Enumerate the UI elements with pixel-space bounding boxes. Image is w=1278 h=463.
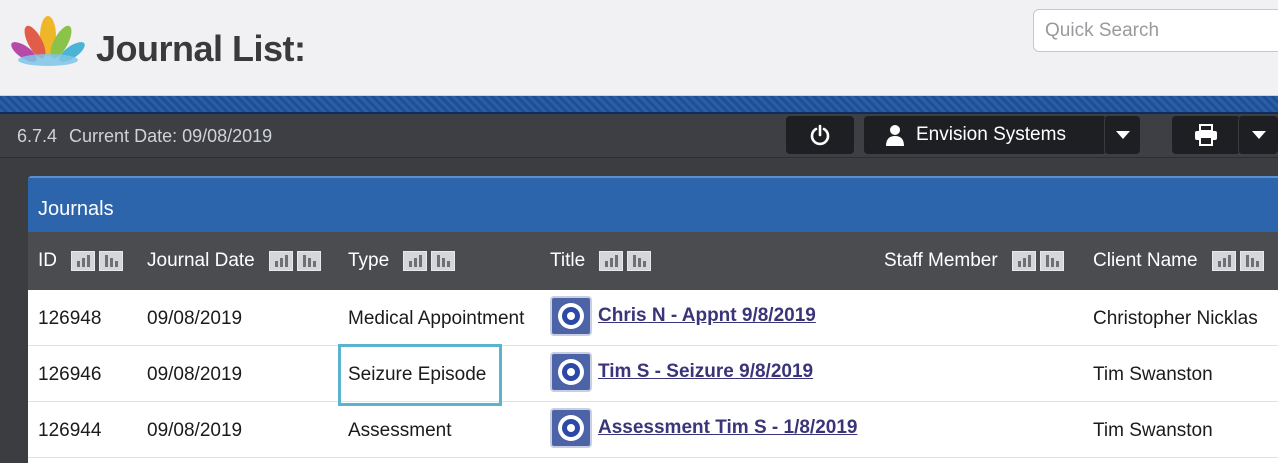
cell-client-name: Tim Swanston xyxy=(1093,364,1213,385)
quick-search-input[interactable] xyxy=(1033,9,1278,52)
column-header-title[interactable]: Title xyxy=(550,250,652,272)
panel-title: Journals xyxy=(28,176,1278,232)
sort-ascending-icon[interactable] xyxy=(71,251,95,271)
user-menu-dropdown-button[interactable] xyxy=(1104,116,1140,154)
user-icon xyxy=(886,124,904,146)
print-dropdown-button[interactable] xyxy=(1238,116,1278,154)
column-header-id[interactable]: ID xyxy=(38,250,123,272)
column-header-type[interactable]: Type xyxy=(348,250,456,272)
user-menu-button[interactable]: Envision Systems xyxy=(864,116,1106,154)
journal-title-link[interactable]: Chris N - Appnt 9/8/2019 xyxy=(598,305,816,327)
table-row[interactable]: 126948 09/08/2019 Medical Appointment Ch… xyxy=(28,290,1278,346)
sort-ascending-icon[interactable] xyxy=(599,251,624,271)
sort-ascending-icon[interactable] xyxy=(1011,251,1036,271)
cell-client-name: Tim Swanston xyxy=(1093,420,1213,441)
caret-down-icon xyxy=(1115,131,1130,139)
cell-type: Assessment xyxy=(348,420,452,441)
journals-panel: Journals ID Journal Date Type Title Staf… xyxy=(28,176,1278,463)
journal-title-link[interactable]: Assessment Tim S - 1/8/2019 xyxy=(598,417,857,439)
page-title: Journal List: xyxy=(96,28,306,69)
toolbar: 6.7.4 Current Date: 09/08/2019 Envision S… xyxy=(0,114,1278,158)
journal-title-link[interactable]: Tim S - Seizure 9/8/2019 xyxy=(598,361,813,383)
table-row[interactable]: 126944 09/08/2019 Assessment Assessment … xyxy=(28,402,1278,458)
column-header-client-name[interactable]: Client Name xyxy=(1093,250,1264,272)
lotus-logo-icon xyxy=(11,16,85,66)
sort-descending-icon[interactable] xyxy=(1239,251,1264,271)
header-divider xyxy=(0,96,1278,114)
print-button[interactable] xyxy=(1172,116,1240,154)
logout-button[interactable] xyxy=(786,116,854,154)
cell-client-name: Christopher Nicklas xyxy=(1093,308,1258,329)
journal-entry-icon[interactable] xyxy=(550,296,592,336)
user-name-label: Envision Systems xyxy=(916,124,1066,145)
sort-descending-icon[interactable] xyxy=(296,251,321,271)
power-icon xyxy=(810,124,830,146)
table-row[interactable]: 126946 09/08/2019 Seizure Episode Tim S … xyxy=(28,344,1278,406)
version-label: 6.7.4 xyxy=(17,126,58,146)
app-header: Journal List: xyxy=(0,0,1278,96)
journal-entry-icon[interactable] xyxy=(550,408,592,448)
sort-ascending-icon[interactable] xyxy=(403,251,428,271)
sort-descending-icon[interactable] xyxy=(431,251,456,271)
cell-journal-date: 09/08/2019 xyxy=(147,308,243,329)
cell-id: 126946 xyxy=(38,364,102,385)
table-header: ID Journal Date Type Title Staff Member … xyxy=(28,232,1278,290)
cell-type: Seizure Episode xyxy=(348,364,487,385)
caret-down-icon xyxy=(1251,131,1266,139)
sort-ascending-icon[interactable] xyxy=(1211,251,1236,271)
cell-id: 126948 xyxy=(38,308,102,329)
cell-journal-date: 09/08/2019 xyxy=(147,420,243,441)
sort-descending-icon[interactable] xyxy=(627,251,652,271)
cell-journal-date: 09/08/2019 xyxy=(147,364,243,385)
column-header-journal-date[interactable]: Journal Date xyxy=(147,250,321,272)
printer-icon xyxy=(1195,124,1217,146)
column-header-staff-member[interactable]: Staff Member xyxy=(884,250,1064,272)
journal-entry-icon[interactable] xyxy=(550,352,592,392)
cell-id: 126944 xyxy=(38,420,102,441)
current-date-label: Current Date: 09/08/2019 xyxy=(69,126,273,146)
sort-descending-icon[interactable] xyxy=(1039,251,1064,271)
cell-type: Medical Appointment xyxy=(348,308,525,329)
sort-ascending-icon[interactable] xyxy=(268,251,293,271)
sort-descending-icon[interactable] xyxy=(99,251,123,271)
